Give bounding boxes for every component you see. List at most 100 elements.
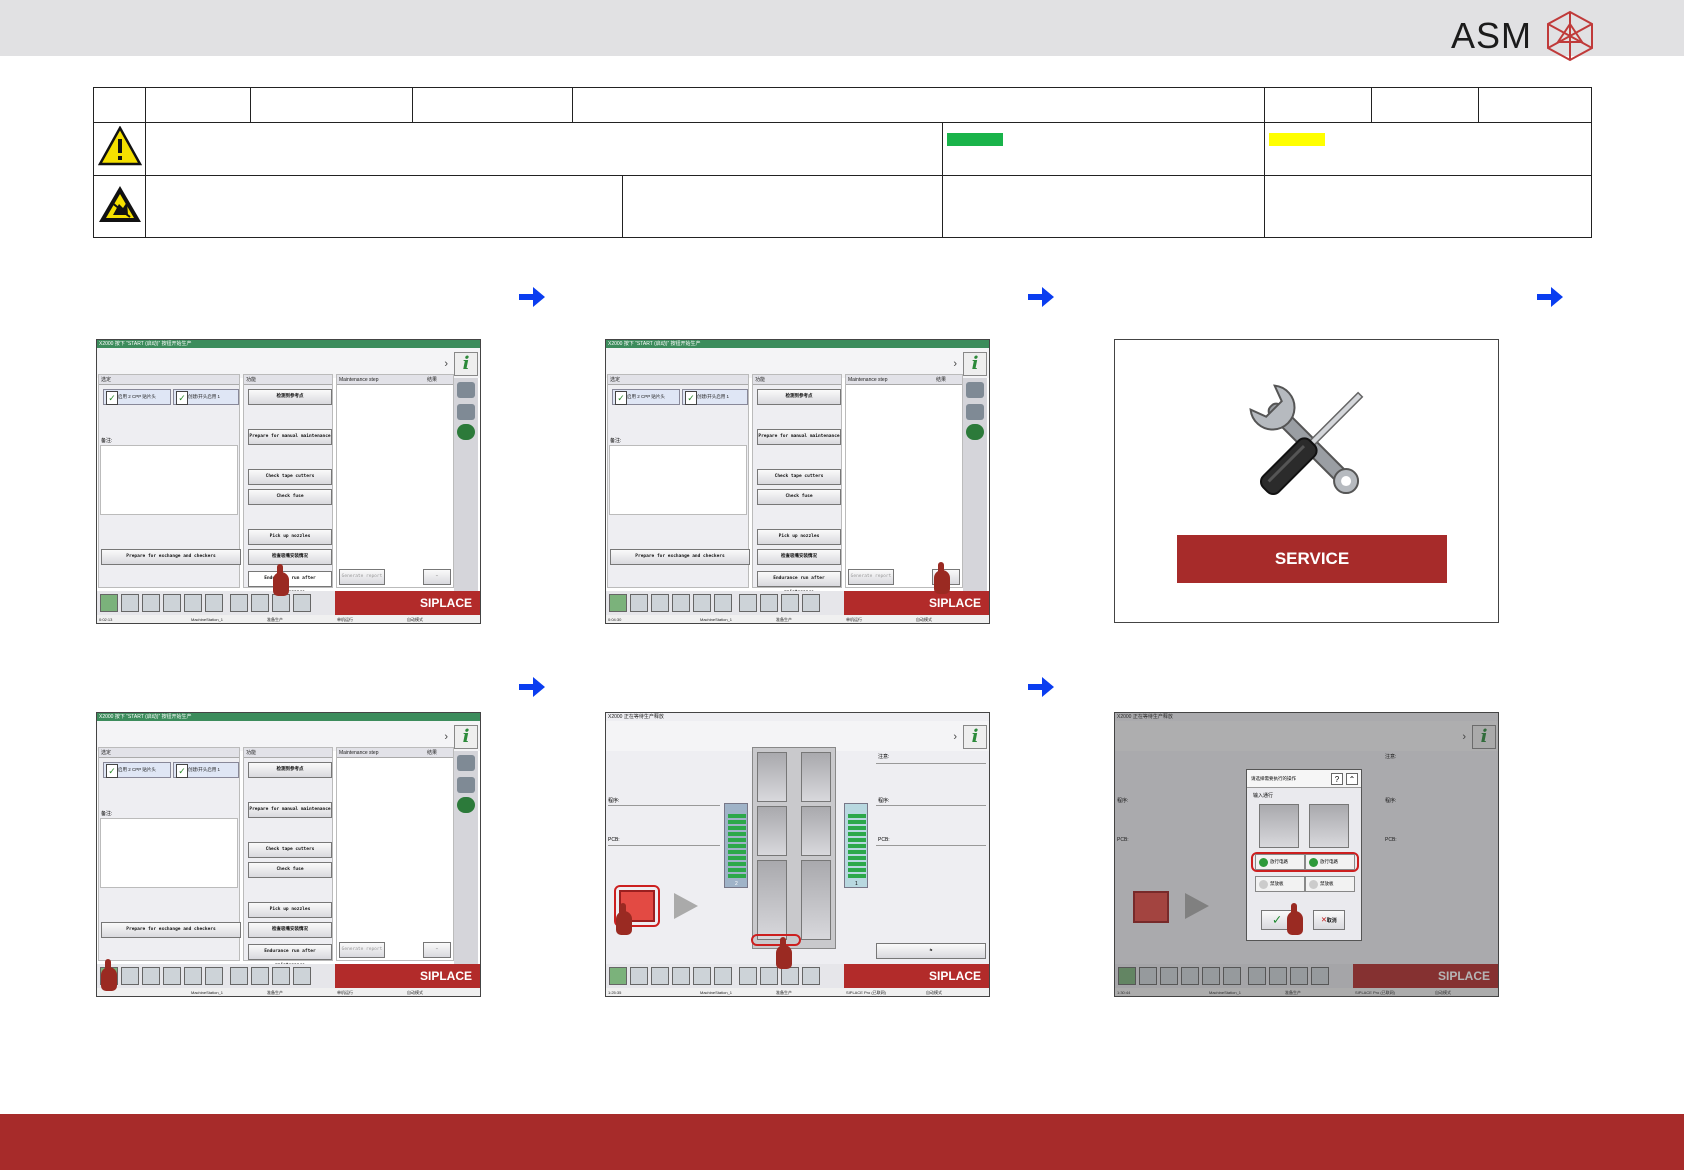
check-circle-icon[interactable] <box>457 797 475 813</box>
machine-icon[interactable] <box>966 382 984 398</box>
info-button[interactable]: i <box>963 352 987 376</box>
book-icon[interactable] <box>693 594 711 612</box>
stack-icon[interactable] <box>457 404 475 420</box>
chart-icon[interactable] <box>651 967 669 985</box>
machine-icon[interactable] <box>457 755 475 771</box>
report-icon-button[interactable]: ⌁ <box>423 569 451 585</box>
grid-icon[interactable] <box>630 594 648 612</box>
production-icon[interactable] <box>609 967 627 985</box>
feeder-icon[interactable] <box>672 594 690 612</box>
settings-icon[interactable] <box>272 967 290 985</box>
production-icon[interactable] <box>609 594 627 612</box>
chart-icon[interactable] <box>142 594 160 612</box>
endurance-run-button[interactable]: Endurance run after maintenance <box>248 944 332 968</box>
check-fuse-button[interactable]: Check fuse <box>248 862 332 878</box>
settings-icon[interactable] <box>781 967 799 985</box>
service-icon[interactable] <box>802 967 820 985</box>
notes-field[interactable] <box>609 445 747 515</box>
notes-field[interactable] <box>100 445 238 515</box>
stop-board-2-button[interactable]: 禁放板 <box>1255 876 1305 892</box>
generate-report-button[interactable]: Generate report <box>848 569 894 585</box>
camera-icon[interactable] <box>739 967 757 985</box>
chevron-right-icon[interactable]: › <box>953 731 957 743</box>
chart-icon[interactable] <box>651 594 669 612</box>
generate-report-button[interactable]: Generate report <box>339 942 385 958</box>
feeder-icon[interactable] <box>163 967 181 985</box>
machine-icon[interactable] <box>457 382 475 398</box>
pick-up-nozzles-button[interactable]: Pick up nozzles <box>248 529 332 545</box>
check-fuse-button[interactable]: Check fuse <box>757 489 841 505</box>
stack-icon[interactable] <box>966 404 984 420</box>
settings-icon[interactable] <box>272 594 290 612</box>
endurance-run-button[interactable]: Endurance run after maintenance <box>757 571 841 595</box>
stop-board-1-button[interactable]: 禁放板 <box>1305 876 1355 892</box>
camera-icon[interactable] <box>230 967 248 985</box>
chevron-right-icon[interactable]: › <box>444 731 448 743</box>
book-icon[interactable] <box>184 594 202 612</box>
camera-icon[interactable] <box>230 594 248 612</box>
reference-point-button[interactable]: 检测到参考点 <box>248 762 332 778</box>
prepare-exchange-button[interactable]: Prepare for exchange and checkers <box>101 549 241 565</box>
reference-point-button[interactable]: 检测到参考点 <box>757 389 841 405</box>
release-lane-1-button[interactable]: 放行电路 <box>1305 854 1355 870</box>
cancel-button[interactable]: ✕取消 <box>1313 910 1345 930</box>
endurance-run-button[interactable]: Endurance run after maintenance <box>248 571 332 595</box>
chart-icon[interactable] <box>142 967 160 985</box>
production-icon[interactable] <box>100 594 118 612</box>
feeder-icon[interactable] <box>672 967 690 985</box>
chevron-right-icon[interactable]: › <box>444 358 448 370</box>
trend-icon[interactable] <box>714 967 732 985</box>
stack-icon[interactable] <box>457 777 475 793</box>
checkbox-create-head[interactable]: 创建/开头启用 1 <box>682 389 748 405</box>
release-lane-2-button[interactable]: 放行电路 <box>1255 854 1305 870</box>
help-button[interactable]: ? <box>1331 773 1343 785</box>
service-icon[interactable] <box>293 967 311 985</box>
service-icon[interactable] <box>293 594 311 612</box>
pick-up-nozzles-button[interactable]: Pick up nozzles <box>248 902 332 918</box>
reference-point-button[interactable]: 检测到参考点 <box>248 389 332 405</box>
info-button[interactable]: i <box>454 725 478 749</box>
book-icon[interactable] <box>184 967 202 985</box>
pick-up-nozzles-button[interactable]: Pick up nozzles <box>757 529 841 545</box>
tools-icon[interactable] <box>760 594 778 612</box>
nozzle-install-button[interactable]: 检查吸嘴安装情况 <box>248 922 332 938</box>
manual-maintenance-button[interactable]: Prepare for manual maintenance <box>248 802 332 818</box>
manual-maintenance-button[interactable]: Prepare for manual maintenance <box>248 429 332 445</box>
grid-icon[interactable] <box>121 967 139 985</box>
tape-cutters-button[interactable]: Check tape cutters <box>248 469 332 485</box>
feeder-icon[interactable] <box>163 594 181 612</box>
info-button[interactable]: i <box>454 352 478 376</box>
service-icon[interactable] <box>802 594 820 612</box>
notes-field[interactable] <box>100 818 238 888</box>
play-icon[interactable] <box>674 893 698 919</box>
checkbox-enable-cpp[interactable]: 启用 2 CPP 贴片头 <box>103 389 171 405</box>
generate-report-button[interactable]: Generate report <box>339 569 385 585</box>
tools-icon[interactable] <box>251 594 269 612</box>
collapse-icon[interactable]: ⌃ <box>1346 773 1358 785</box>
grid-icon[interactable] <box>630 967 648 985</box>
tape-cutters-button[interactable]: Check tape cutters <box>248 842 332 858</box>
board-transfer-button[interactable]: ⇆ <box>876 943 986 959</box>
report-icon-button[interactable]: ⌁ <box>423 942 451 958</box>
book-icon[interactable] <box>693 967 711 985</box>
settings-icon[interactable] <box>781 594 799 612</box>
checkbox-create-head[interactable]: 创建/开头启用 1 <box>173 389 239 405</box>
prepare-exchange-button[interactable]: Prepare for exchange and checkers <box>610 549 750 565</box>
check-circle-icon[interactable] <box>457 424 475 440</box>
tools-icon[interactable] <box>251 967 269 985</box>
checkbox-create-head[interactable]: 创建/开头启用 1 <box>173 762 239 778</box>
checkbox-enable-cpp[interactable]: 启用 2 CPP 贴片头 <box>103 762 171 778</box>
tape-cutters-button[interactable]: Check tape cutters <box>757 469 841 485</box>
trend-icon[interactable] <box>205 594 223 612</box>
nozzle-install-button[interactable]: 检查吸嘴安装情况 <box>248 549 332 565</box>
check-circle-icon[interactable] <box>966 424 984 440</box>
trend-icon[interactable] <box>205 967 223 985</box>
prepare-exchange-button[interactable]: Prepare for exchange and checkers <box>101 922 241 938</box>
nozzle-install-button[interactable]: 检查吸嘴安装情况 <box>757 549 841 565</box>
trend-icon[interactable] <box>714 594 732 612</box>
tools-icon[interactable] <box>760 967 778 985</box>
manual-maintenance-button[interactable]: Prepare for manual maintenance <box>757 429 841 445</box>
checkbox-enable-cpp[interactable]: 启用 2 CPP 贴片头 <box>612 389 680 405</box>
grid-icon[interactable] <box>121 594 139 612</box>
chevron-right-icon[interactable]: › <box>953 358 957 370</box>
